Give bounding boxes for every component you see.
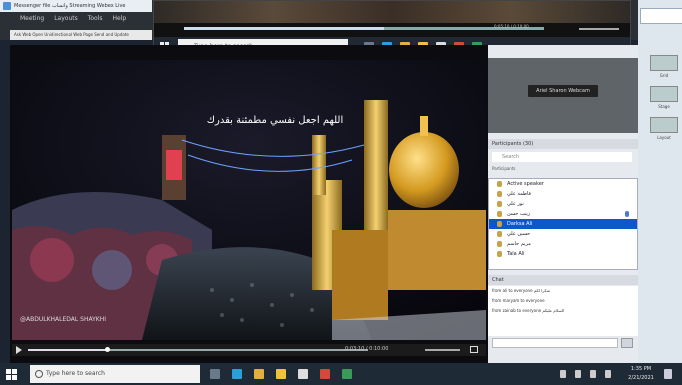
menu-item-help[interactable]: Help: [113, 12, 127, 26]
windows-start-icon[interactable]: [6, 369, 17, 380]
participant-name: فاطمة علي: [507, 191, 531, 197]
office-icon[interactable]: [320, 369, 330, 379]
fullscreen-icon[interactable]: [470, 346, 478, 353]
avatar-icon: [497, 221, 502, 227]
side-layout-thumbnails: Grid Stage Layout: [650, 55, 678, 148]
participant-name: Darksa Ali: [507, 221, 533, 227]
participants-header[interactable]: Participants (30): [488, 139, 638, 149]
webex-icon[interactable]: [342, 369, 352, 379]
tray-clock[interactable]: 1:35 PM 2/21/2021: [624, 365, 658, 383]
participant-name: حسين علي: [507, 231, 531, 237]
participant-name: زينب حسن: [507, 211, 531, 217]
avatar-icon: [497, 201, 502, 207]
chat-message: from maryam to everyone: [492, 298, 545, 303]
search-icon: [35, 370, 43, 378]
layout-grid-label: Grid: [659, 73, 669, 78]
overlay-video-strip: [154, 1, 630, 23]
avatar-icon: [497, 191, 502, 197]
folder-icon[interactable]: [276, 369, 286, 379]
seek-knob[interactable]: [105, 347, 110, 352]
mic-icon[interactable]: [625, 211, 629, 217]
participant-name: مريم جاسم: [507, 241, 531, 247]
side-panel-field[interactable]: [640, 8, 682, 24]
background-menubar: Meeting Layouts Tools Help: [0, 12, 152, 26]
store-icon[interactable]: [298, 369, 308, 379]
participant-row[interactable]: نور علي: [489, 199, 637, 209]
address-bar[interactable]: Ask Web Open Unidirectional Web Page Sen…: [10, 30, 152, 40]
language-icon[interactable]: [605, 370, 611, 378]
menu-item-layouts[interactable]: Layouts: [54, 12, 78, 26]
menu-item-tools[interactable]: Tools: [88, 12, 103, 26]
background-window-title: Messenger file واتساب Streaming Webex Li…: [0, 0, 152, 12]
participant-name: Active speaker: [507, 181, 544, 187]
participants-status: Participants: [492, 166, 516, 171]
file-explorer-icon[interactable]: [254, 369, 264, 379]
play-icon[interactable]: [16, 346, 22, 354]
participant-row[interactable]: Tala Ali: [489, 249, 637, 259]
chat-message: from ali to everyone شكرا لكم: [492, 288, 551, 293]
participant-name: Tala Ali: [507, 251, 525, 257]
participant-name: نور علي: [507, 201, 524, 207]
video-player[interactable]: [12, 60, 486, 340]
avatar-icon: [497, 231, 502, 237]
overlay-time-label: 0:05:10 / 0:10:00: [494, 24, 529, 29]
edge-icon[interactable]: [232, 369, 242, 379]
layout-layout-thumbnail[interactable]: [650, 117, 678, 133]
volume-slider[interactable]: [425, 349, 460, 351]
participant-row[interactable]: فاطمة علي: [489, 189, 637, 199]
avatar-icon: [497, 211, 502, 217]
taskbar-search-input[interactable]: Type here to search: [30, 365, 200, 383]
participant-row[interactable]: مريم جاسم: [489, 239, 637, 249]
participants-search-input[interactable]: Search: [492, 152, 632, 162]
network-icon[interactable]: [560, 370, 566, 378]
participant-row[interactable]: زينب حسن: [489, 209, 637, 219]
notifications-icon[interactable]: [664, 369, 672, 379]
send-icon[interactable]: [621, 338, 633, 348]
participants-list: Active speaker فاطمة علي نور علي زينب حس…: [488, 178, 638, 270]
task-view-icon[interactable]: [210, 369, 220, 379]
video-caption: اللهم اجعل نفسي مطمئنة بقدرك: [206, 115, 344, 126]
participant-row-selected[interactable]: Darksa Ali: [489, 219, 637, 229]
chat-header[interactable]: Chat: [488, 275, 638, 285]
overlay-seek-fill: [184, 27, 384, 30]
seek-bar-fill: [28, 349, 108, 351]
tray-date: 2/21/2021: [628, 375, 654, 381]
time-label: 0:03:10 / 0:10:00: [345, 346, 389, 352]
volume-icon[interactable]: [575, 370, 581, 378]
participant-row[interactable]: حسين علي: [489, 229, 637, 239]
battery-icon[interactable]: [590, 370, 596, 378]
layout-stage-label: Stage: [658, 104, 670, 109]
overlay-volume-bar[interactable]: [579, 28, 619, 30]
chat-log: from ali to everyone شكرا لكم from marya…: [488, 286, 638, 336]
chat-message: from zainab to everyone السلام عليكم: [492, 308, 565, 313]
layout-layout-label: Layout: [657, 135, 671, 140]
layout-grid-thumbnail[interactable]: [650, 55, 678, 71]
layout-stage-thumbnail[interactable]: [650, 86, 678, 102]
tray-time: 1:35 PM: [630, 366, 652, 372]
avatar-icon: [497, 251, 502, 257]
webex-logo-icon: [3, 2, 11, 10]
participant-name-badge: Ariel Sharon Webcam: [528, 85, 598, 97]
chat-input[interactable]: [492, 338, 618, 348]
avatar-icon: [497, 241, 502, 247]
video-watermark: @ABDULKHALEDAL SHAYKHI: [20, 316, 106, 323]
avatar-icon: [497, 181, 502, 187]
menu-item-meeting[interactable]: Meeting: [20, 12, 44, 26]
shrine-scene-image: [12, 60, 486, 340]
participant-row[interactable]: Active speaker: [489, 179, 637, 189]
